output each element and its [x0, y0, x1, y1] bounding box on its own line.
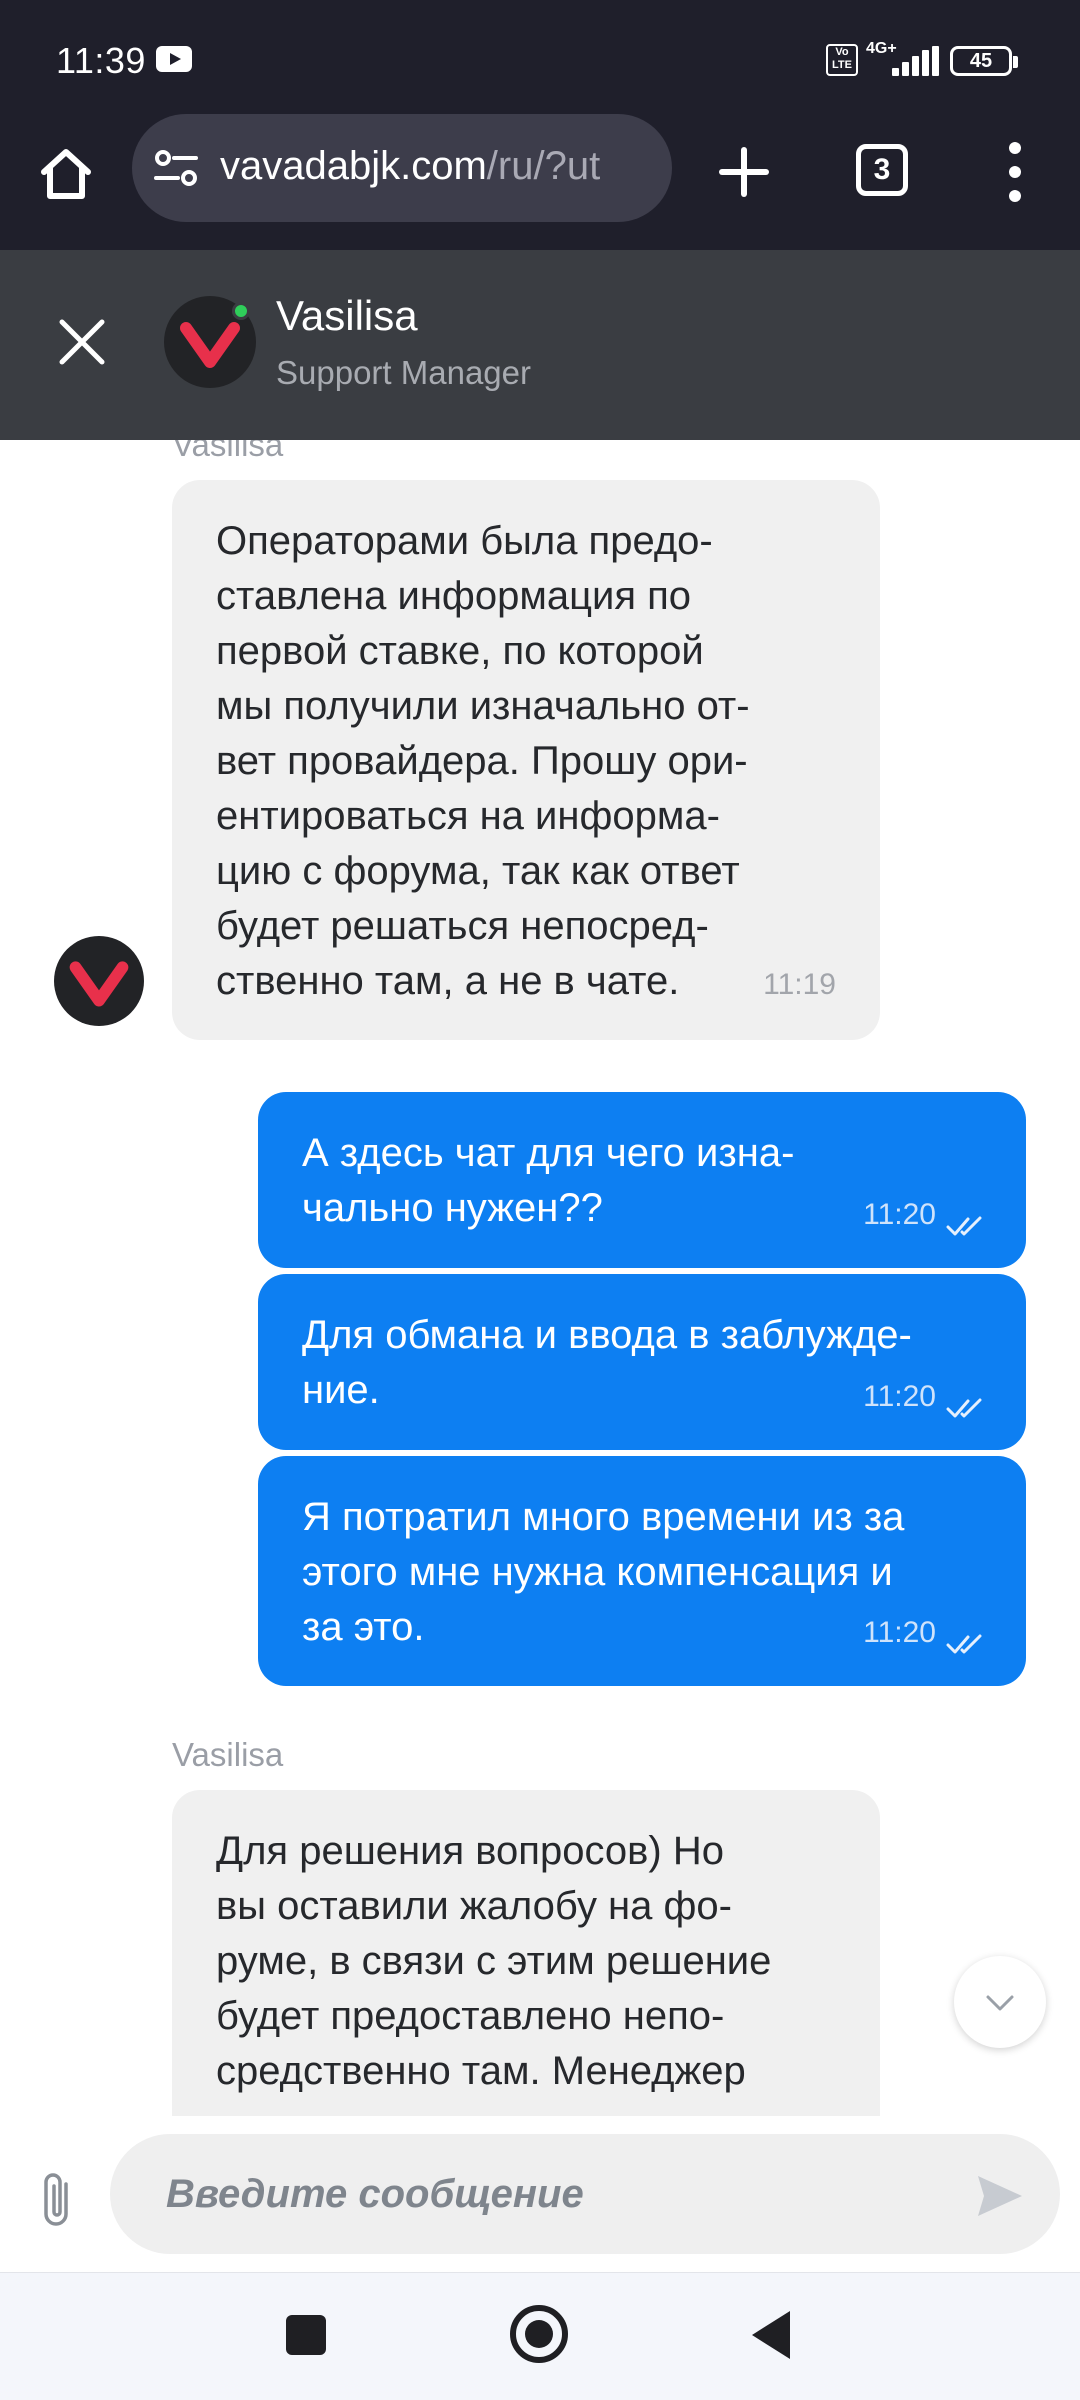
- message-line: А здесь чат для чего изна-: [302, 1131, 795, 1175]
- signal-icon: [890, 46, 939, 76]
- paperclip-icon[interactable]: [36, 2168, 80, 2232]
- read-ticks-icon: [946, 1216, 982, 1236]
- online-status-dot: [232, 302, 250, 320]
- new-tab-plus-icon[interactable]: [712, 140, 776, 204]
- site-settings-icon[interactable]: [154, 148, 198, 188]
- message-bubble-outgoing: Я потратил много времени из за этого мне…: [258, 1456, 1026, 1686]
- message-line: первой ставке, по которой: [216, 629, 704, 673]
- read-ticks-icon: [946, 1398, 982, 1418]
- message-line: Для решения вопросов) Но: [216, 1829, 724, 1873]
- tab-count: 3: [873, 153, 891, 186]
- message-line: вы оставили жалобу на фо-: [216, 1884, 732, 1928]
- home-button[interactable]: [510, 2305, 568, 2363]
- message-line: этого мне нужна компенсация и: [302, 1550, 893, 1594]
- status-bar: 11:39 Vo LTE 4G+ 45: [0, 0, 1080, 118]
- address-bar[interactable]: vavadabjk.com/ru/?ut: [132, 114, 672, 222]
- message-time: 11:20: [863, 1616, 936, 1649]
- recents-button[interactable]: [286, 2315, 326, 2355]
- agent-role: Support Manager: [276, 354, 531, 391]
- close-icon[interactable]: [52, 312, 112, 372]
- message-bubble-incoming: Операторами была предо- ставлена информа…: [172, 480, 880, 1040]
- message-line: цию с форума, так как ответ: [216, 849, 740, 893]
- home-icon[interactable]: [30, 138, 102, 210]
- battery-icon: 45: [950, 46, 1018, 76]
- status-time: 11:39: [56, 40, 146, 81]
- battery-level: 45: [969, 50, 993, 72]
- message-line: средственно там. Менеджер: [216, 2049, 746, 2093]
- message-line: ставлена информация по: [216, 574, 691, 618]
- scroll-to-bottom-button[interactable]: [954, 1956, 1046, 2048]
- message-line: ственно там, а не в чате.: [216, 959, 680, 1003]
- message-bubble-incoming: Для решения вопросов) Но вы оставили жал…: [172, 1790, 880, 2116]
- message-line: Операторами была предо-: [216, 519, 713, 563]
- message-input[interactable]: [110, 2134, 1060, 2254]
- message-line: будет решаться непосред-: [216, 904, 709, 948]
- message-bubble-outgoing: Для обмана и ввода в заблужде- ние. 11:2…: [258, 1274, 1026, 1450]
- message-line: Я потратил много времени из за: [302, 1495, 905, 1539]
- message-bubble-outgoing: А здесь чат для чего изна- чально нужен?…: [258, 1092, 1026, 1268]
- more-vert-icon[interactable]: [1000, 142, 1030, 202]
- sender-label: Vasilisa: [172, 440, 284, 463]
- url-domain: vavadabjk.com: [220, 144, 487, 188]
- message-time: 11:20: [863, 1198, 936, 1231]
- message-line: мы получили изначально от-: [216, 684, 750, 728]
- message-list[interactable]: Vasilisa Операторами была предо- ставлен…: [0, 440, 1080, 2116]
- url-text[interactable]: vavadabjk.com/ru/?ut: [220, 144, 660, 189]
- message-line: Для обмана и ввода в заблужде-: [302, 1313, 912, 1357]
- tabs-icon[interactable]: 3: [856, 144, 908, 196]
- agent-message-avatar: [54, 936, 144, 1026]
- message-time: 11:20: [863, 1380, 936, 1413]
- message-line: ентироваться на информа-: [216, 794, 720, 838]
- volte-icon: Vo LTE: [826, 44, 858, 76]
- message-line: руме, в связи с этим решение: [216, 1939, 772, 1983]
- message-input-bar: [0, 2116, 1080, 2272]
- agent-name: Vasilisa: [276, 292, 418, 339]
- vavada-logo-icon: [69, 961, 129, 1007]
- chat-header: Vasilisa Support Manager: [0, 250, 1080, 440]
- send-icon[interactable]: [976, 2174, 1024, 2218]
- back-button[interactable]: [752, 2311, 790, 2359]
- chevron-down-icon: [986, 1995, 1014, 2011]
- message-line: будет предоставлено непо-: [216, 1994, 725, 2038]
- message-line: вет провайдера. Прошу ори-: [216, 739, 748, 783]
- url-path: /ru/?ut: [486, 144, 601, 188]
- system-navigation-bar: [0, 2272, 1080, 2400]
- read-ticks-icon: [946, 1634, 982, 1654]
- message-time: 11:19: [763, 968, 836, 1001]
- youtube-notification-icon: [156, 46, 192, 72]
- sender-label: Vasilisa: [172, 1736, 284, 1773]
